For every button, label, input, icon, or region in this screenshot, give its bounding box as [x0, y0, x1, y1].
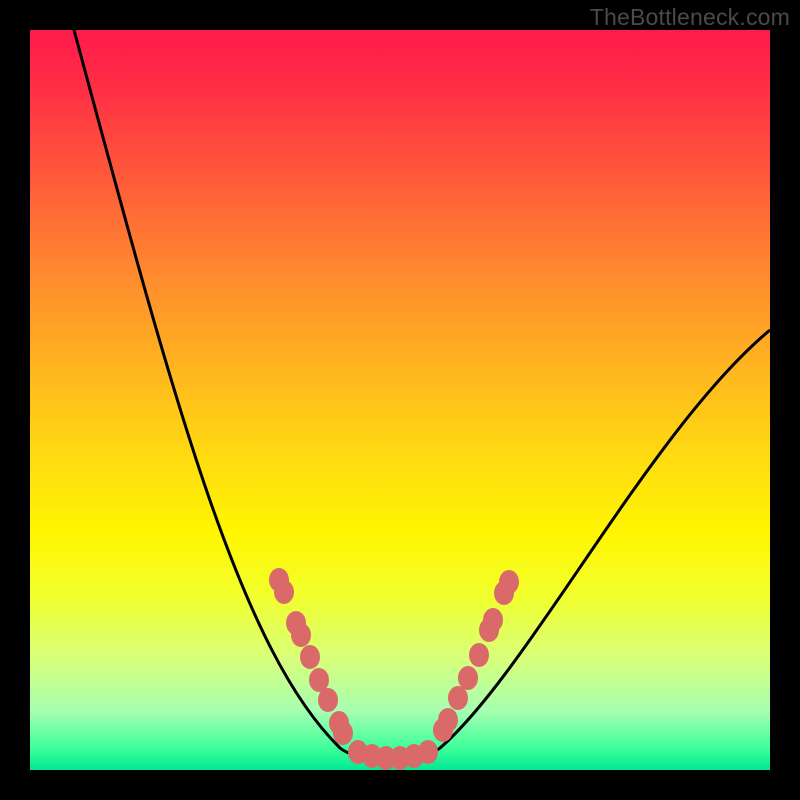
- data-marker: [333, 721, 353, 745]
- data-marker: [469, 643, 489, 667]
- marker-group: [269, 568, 519, 770]
- data-marker: [438, 708, 458, 732]
- bottleneck-curve-path: [74, 30, 770, 760]
- curve-layer: [30, 30, 770, 770]
- data-marker: [318, 688, 338, 712]
- data-marker: [448, 686, 468, 710]
- data-marker: [300, 645, 320, 669]
- bottleneck-curve: [74, 30, 770, 760]
- data-marker: [499, 570, 519, 594]
- data-marker: [458, 666, 478, 690]
- chart-frame: TheBottleneck.com: [0, 0, 800, 800]
- watermark-text: TheBottleneck.com: [590, 4, 790, 31]
- plot-area: [30, 30, 770, 770]
- data-marker: [418, 740, 438, 764]
- data-marker: [274, 580, 294, 604]
- data-marker: [483, 608, 503, 632]
- data-marker: [291, 623, 311, 647]
